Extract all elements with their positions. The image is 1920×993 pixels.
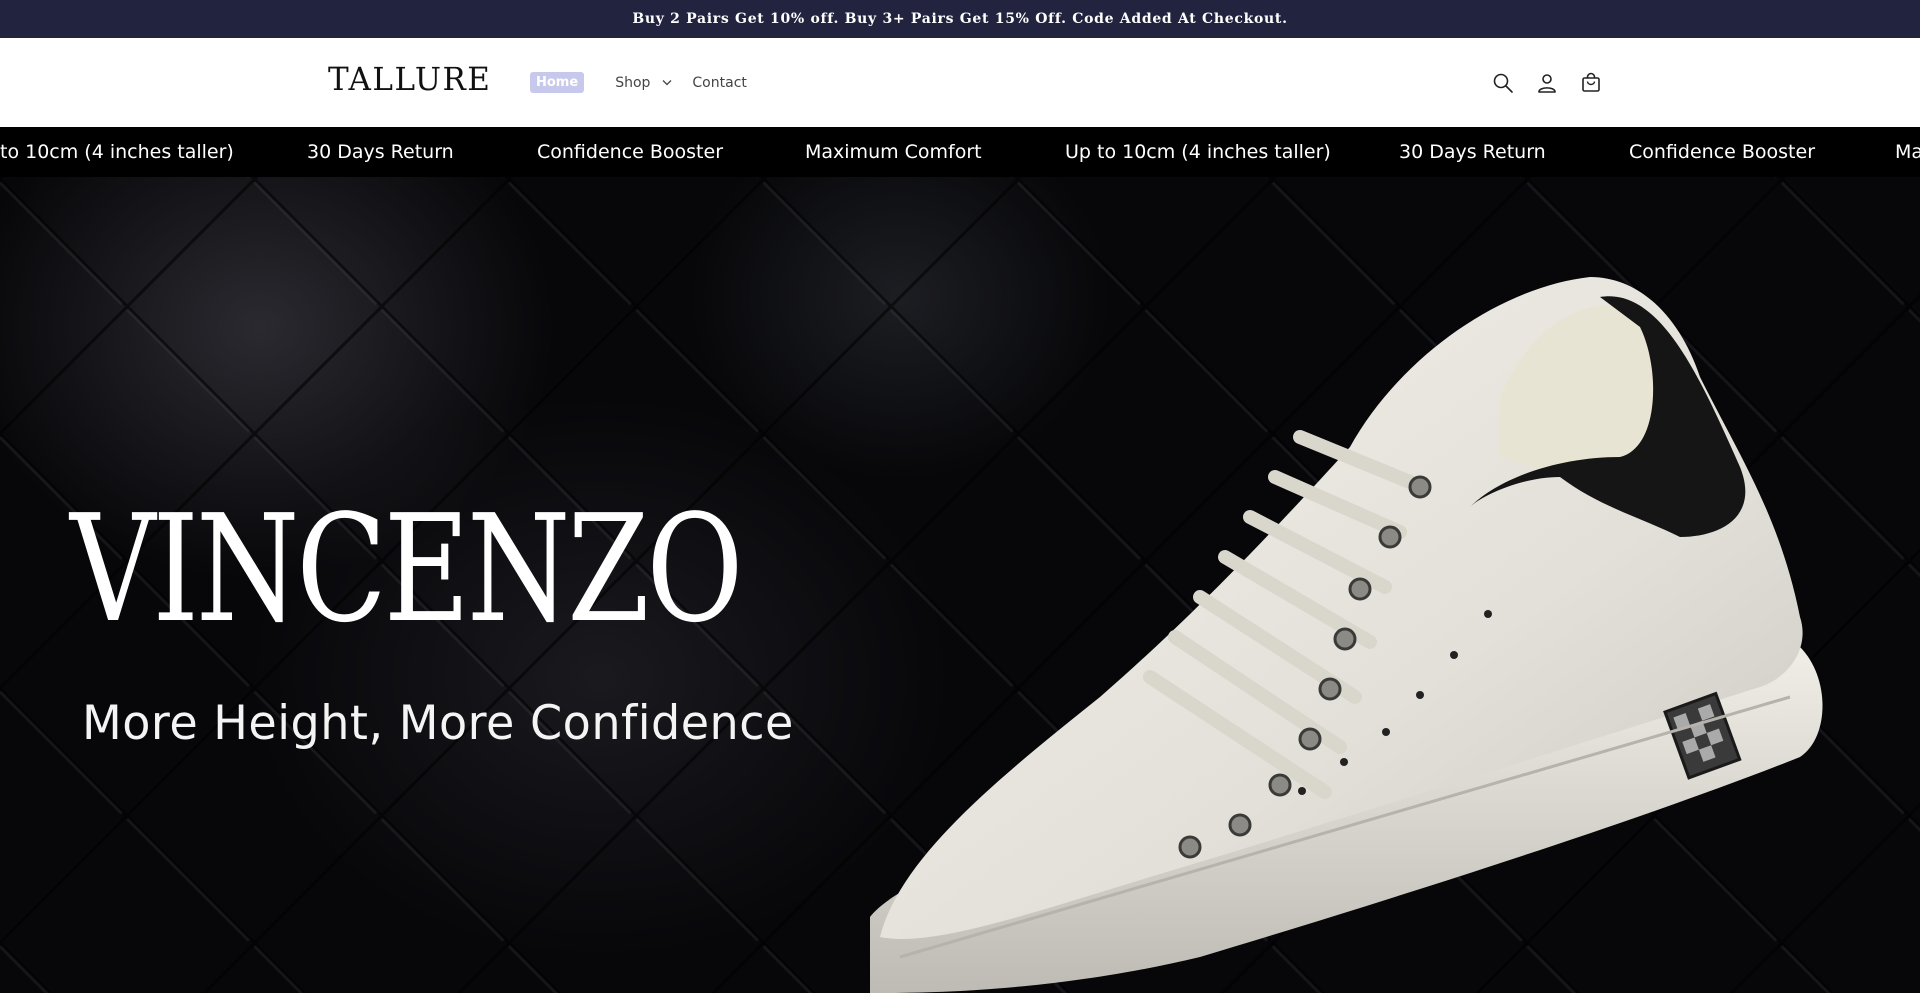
account-icon[interactable] xyxy=(1534,70,1560,96)
nav-home-link[interactable]: Home xyxy=(530,72,585,93)
site-header: TALLURE Home Shop Contact xyxy=(0,38,1920,127)
sneaker-image xyxy=(870,277,1823,993)
announcement-text: Buy 2 Pairs Get 10% off. Buy 3+ Pairs Ge… xyxy=(632,11,1288,27)
nav-contact-link[interactable]: Contact xyxy=(692,75,746,91)
announcement-bar: Buy 2 Pairs Get 10% off. Buy 3+ Pairs Ge… xyxy=(0,0,1920,38)
logo[interactable]: TALLURE xyxy=(328,62,491,99)
benefits-marquee: to 10cm (4 inches taller) 30 Days Return… xyxy=(0,127,1920,177)
hero-banner[interactable]: VINCENZO More Height, More Confidence xyxy=(0,177,1920,993)
marquee-item: Confidence Booster xyxy=(537,141,724,163)
marquee-item: Confidence Booster xyxy=(1629,141,1816,163)
marquee-item: Ma xyxy=(1895,141,1920,163)
header-icons xyxy=(1490,70,1622,96)
chevron-down-icon xyxy=(662,79,672,86)
marquee-item: 30 Days Return xyxy=(307,141,454,163)
cart-icon[interactable] xyxy=(1578,70,1604,96)
marquee-item: Up to 10cm (4 inches taller) xyxy=(1065,141,1331,163)
nav-shop-dropdown[interactable]: Shop xyxy=(615,75,672,91)
nav-shop-label: Shop xyxy=(615,74,651,91)
main-nav: Home Shop Contact xyxy=(530,72,747,93)
search-icon[interactable] xyxy=(1490,70,1516,96)
marquee-item: to 10cm (4 inches taller) xyxy=(0,141,234,163)
marquee-item: 30 Days Return xyxy=(1399,141,1546,163)
marquee-item: Maximum Comfort xyxy=(805,141,982,163)
